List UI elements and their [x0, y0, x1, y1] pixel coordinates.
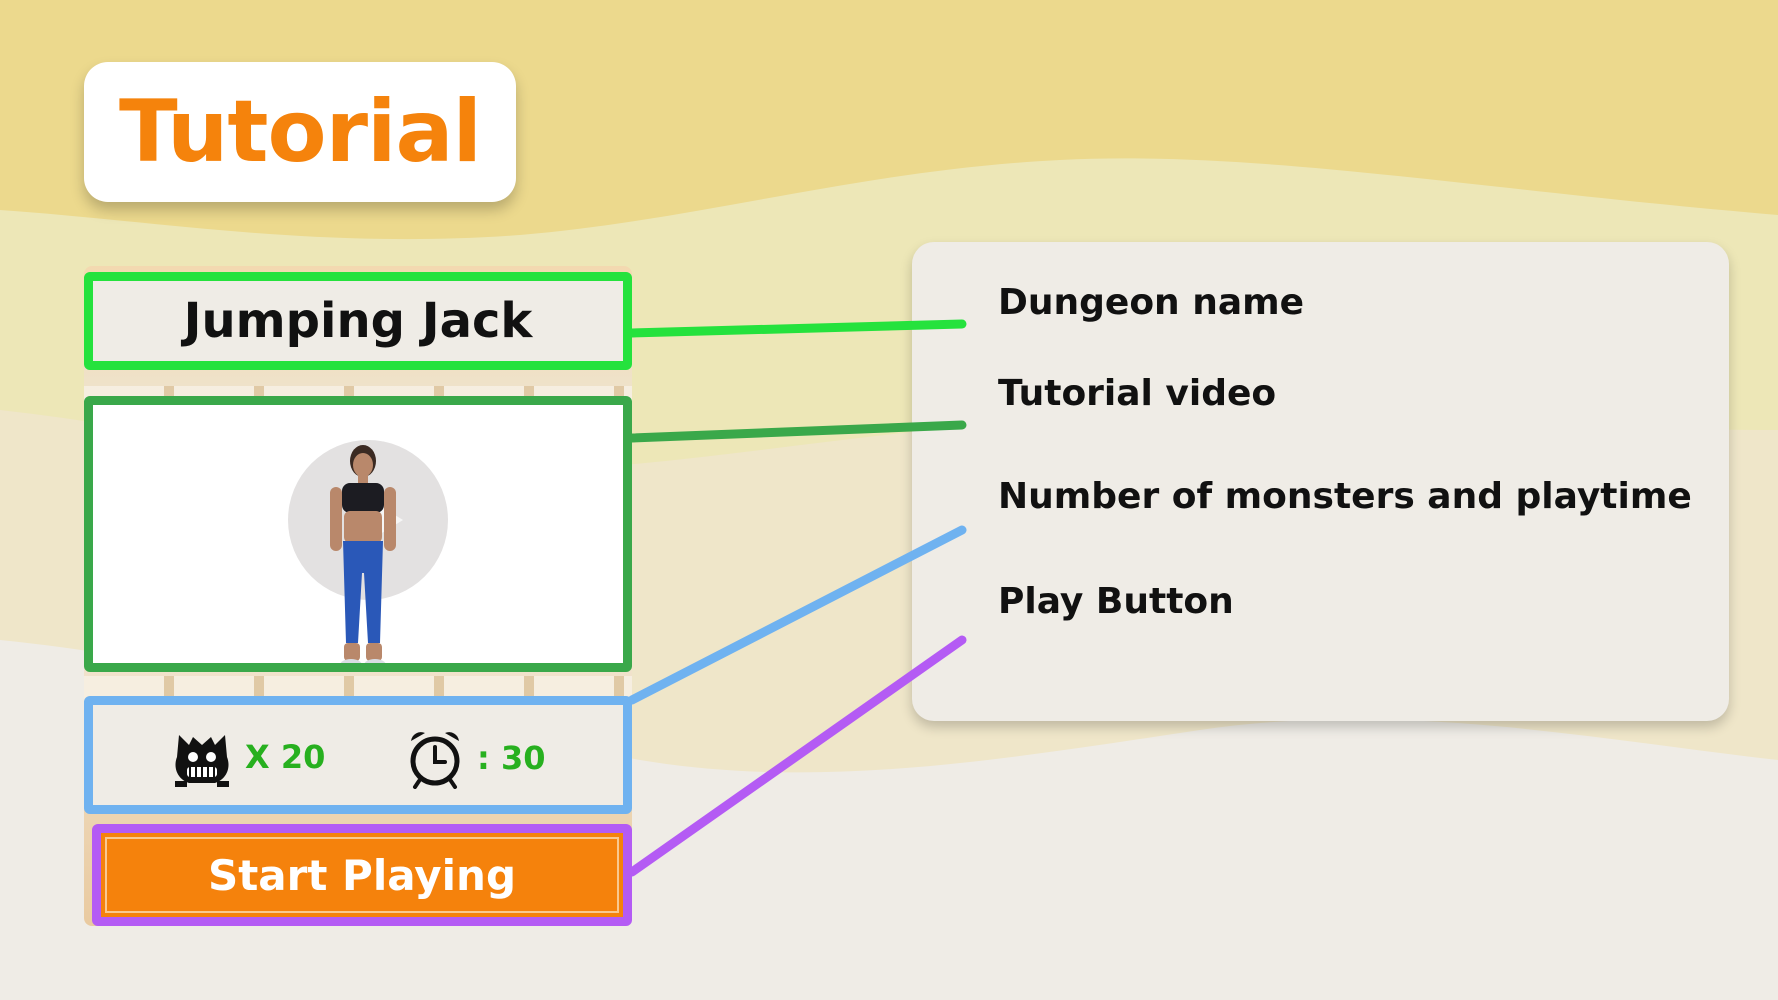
legend-label-monsters-playtime: Number of monsters and playtime	[998, 476, 1692, 517]
legend-label-dungeon-name: Dungeon name	[998, 282, 1305, 323]
dungeon-name-box: Jumping Jack	[84, 272, 632, 370]
legend-card: Dungeon name Tutorial video Number of mo…	[912, 242, 1729, 721]
legend-label-tutorial-video: Tutorial video	[998, 373, 1277, 414]
monster-count: X 20	[171, 727, 325, 787]
instructor-figure	[330, 445, 396, 663]
page-title: Tutorial	[118, 82, 482, 182]
alarm-clock-icon	[410, 732, 460, 789]
monster-count-label: X 20	[245, 738, 326, 776]
dungeon-name: Jumping Jack	[183, 293, 533, 349]
legend-label-play-button: Play Button	[998, 581, 1234, 622]
start-playing-button[interactable]: Start Playing	[92, 824, 632, 926]
playtime: : 30	[405, 727, 545, 789]
monsters-and-playtime-box: X 20 : 30	[84, 696, 632, 814]
tutorial-video[interactable]	[84, 396, 632, 672]
monster-icon	[175, 735, 229, 787]
title-card: Tutorial	[84, 62, 516, 202]
start-playing-label: Start Playing	[207, 850, 517, 900]
playtime-label: : 30	[477, 739, 546, 777]
